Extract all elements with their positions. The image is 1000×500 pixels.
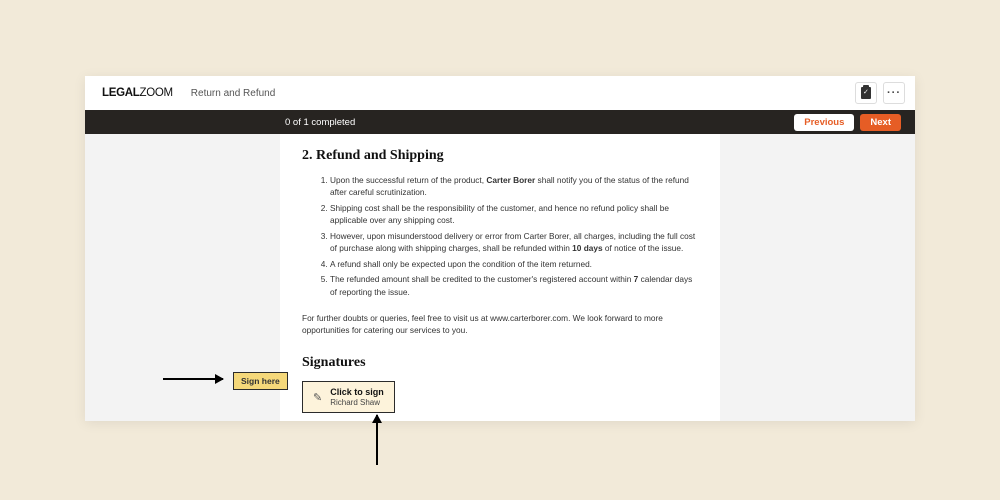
list-item: Upon the successful return of the produc…	[330, 174, 698, 199]
next-button[interactable]: Next	[860, 114, 901, 131]
signer-name: Richard Shaw	[330, 398, 384, 408]
app-window: LEGALZOOM Return and Refund ··· 0 of 1 c…	[85, 76, 915, 421]
list-item: A refund shall only be expected upon the…	[330, 258, 698, 270]
list-item: Shipping cost shall be the responsibilit…	[330, 202, 698, 227]
annotation-arrow-vertical	[376, 415, 378, 465]
sign-here-tag[interactable]: Sign here	[233, 372, 288, 390]
logo: LEGALZOOM	[102, 87, 173, 99]
ellipsis-icon: ···	[887, 87, 901, 99]
annotation-arrow-horizontal	[163, 378, 223, 380]
document-title: Return and Refund	[191, 88, 276, 99]
app-header: LEGALZOOM Return and Refund ···	[85, 76, 915, 110]
click-to-sign-box[interactable]: ✎ Click to sign Richard Shaw	[302, 381, 395, 413]
section-heading: 2. Refund and Shipping	[302, 148, 698, 164]
list-item: However, upon misunderstood delivery or …	[330, 230, 698, 255]
more-menu-button[interactable]: ···	[883, 82, 905, 104]
refund-list: Upon the successful return of the produc…	[302, 174, 698, 298]
logo-bold: LEGAL	[102, 87, 139, 99]
progress-text: 0 of 1 completed	[285, 117, 355, 128]
outro-text: For further doubts or queries, feel free…	[302, 312, 698, 337]
clipboard-check-icon	[861, 87, 871, 99]
click-to-sign-label: Click to sign	[330, 387, 384, 398]
sign-text-wrap: Click to sign Richard Shaw	[330, 387, 384, 407]
signatures-heading: Signatures	[302, 355, 698, 371]
progress-bar: 0 of 1 completed Previous Next	[85, 110, 915, 134]
logo-light: ZOOM	[139, 87, 172, 99]
clipboard-button[interactable]	[855, 82, 877, 104]
previous-button[interactable]: Previous	[794, 114, 854, 131]
document-panel: 2. Refund and Shipping Upon the successf…	[280, 134, 720, 421]
list-item: The refunded amount shall be credited to…	[330, 273, 698, 298]
signature-icon: ✎	[313, 391, 322, 404]
